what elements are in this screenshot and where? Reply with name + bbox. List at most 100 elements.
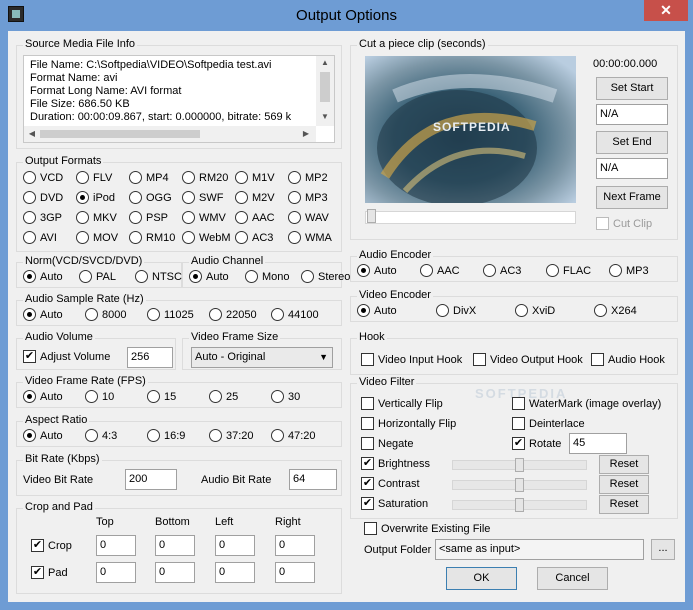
crop-checkbox[interactable]: ✔ Crop: [31, 538, 72, 555]
format-radio[interactable]: FLV: [76, 170, 112, 187]
pad-checkbox[interactable]: ✔ Pad: [31, 565, 68, 582]
audio-encoder-radio[interactable]: AC3: [483, 263, 521, 280]
radio-dot[interactable]: [23, 307, 36, 321]
radio-dot[interactable]: [288, 170, 301, 184]
radio-dot[interactable]: [301, 269, 314, 283]
radio-dot[interactable]: [546, 263, 559, 277]
radio-dot[interactable]: [594, 303, 607, 317]
checkbox-box[interactable]: ✔: [361, 476, 374, 490]
radio-dot[interactable]: [271, 307, 284, 321]
format-radio[interactable]: VCD: [23, 170, 63, 187]
clip-slider-thumb[interactable]: [367, 209, 376, 223]
radio-dot[interactable]: [609, 263, 622, 277]
channel-radio[interactable]: Mono: [245, 269, 290, 286]
radio-dot[interactable]: [129, 190, 142, 204]
checkbox-box[interactable]: ✔: [512, 436, 525, 450]
crop-top-input[interactable]: 0: [96, 535, 136, 556]
radio-dot[interactable]: [436, 303, 449, 317]
norm-radio[interactable]: NTSC: [135, 269, 182, 286]
radio-dot[interactable]: [23, 428, 36, 442]
radio-dot[interactable]: [147, 428, 160, 442]
video-bitrate-input[interactable]: 200: [125, 469, 177, 490]
output-folder-input[interactable]: <same as input>: [435, 539, 644, 560]
radio-dot[interactable]: [182, 210, 195, 224]
pad-left-input[interactable]: 0: [215, 562, 255, 583]
format-radio[interactable]: OGG: [129, 190, 172, 207]
radio-dot[interactable]: [182, 190, 195, 204]
frame-rate-radio[interactable]: Auto: [23, 389, 63, 406]
pad-right-input[interactable]: 0: [275, 562, 315, 583]
vertical-scrollbar[interactable]: ▲ ▼: [316, 56, 334, 126]
audio-encoder-radio[interactable]: MP3: [609, 263, 649, 280]
radio-dot[interactable]: [288, 210, 301, 224]
format-radio[interactable]: MP3: [288, 190, 328, 207]
radio-dot[interactable]: [271, 389, 284, 403]
scroll-right-icon[interactable]: ▶: [300, 129, 312, 138]
scroll-up-icon[interactable]: ▲: [316, 58, 334, 67]
source-info-textbox[interactable]: File Name: C:\Softpedia\VIDEO\Softpedia …: [23, 55, 335, 143]
set-start-button[interactable]: Set Start: [596, 77, 668, 100]
adjust-volume-checkbox[interactable]: ✔ Adjust Volume: [23, 349, 110, 366]
radio-dot[interactable]: [85, 389, 98, 403]
checkbox-box[interactable]: ✔: [31, 538, 44, 552]
brightness-slider-thumb[interactable]: [515, 458, 524, 472]
audio-encoder-radio[interactable]: AAC: [420, 263, 460, 280]
sample-rate-radio[interactable]: 22050: [209, 307, 257, 324]
sample-rate-radio[interactable]: 44100: [271, 307, 319, 324]
radio-dot[interactable]: [23, 389, 36, 403]
radio-dot[interactable]: [271, 428, 284, 442]
radio-dot[interactable]: [483, 263, 496, 277]
format-radio[interactable]: RM10: [129, 230, 175, 247]
video-input-hook-checkbox[interactable]: Video Input Hook: [361, 352, 462, 369]
radio-dot[interactable]: [235, 190, 248, 204]
format-radio[interactable]: iPod: [76, 190, 115, 207]
negate-checkbox[interactable]: Negate: [361, 436, 413, 453]
contrast-reset-button[interactable]: Reset: [599, 475, 649, 494]
aspect-radio[interactable]: 4:3: [85, 428, 117, 445]
radio-dot[interactable]: [235, 170, 248, 184]
format-radio[interactable]: WMA: [288, 230, 332, 247]
radio-dot[interactable]: [85, 307, 98, 321]
sample-rate-radio[interactable]: Auto: [23, 307, 63, 324]
radio-dot[interactable]: [76, 230, 89, 244]
frame-rate-radio[interactable]: 15: [147, 389, 176, 406]
checkbox-box[interactable]: [361, 396, 374, 410]
aspect-radio[interactable]: Auto: [23, 428, 63, 445]
norm-radio[interactable]: Auto: [23, 269, 63, 286]
browse-button[interactable]: ...: [651, 539, 675, 560]
radio-dot[interactable]: [85, 428, 98, 442]
scroll-thumb[interactable]: [320, 72, 330, 102]
radio-dot[interactable]: [23, 230, 36, 244]
frame-size-select[interactable]: Auto - Original ▼: [191, 347, 333, 368]
sample-rate-radio[interactable]: 8000: [85, 307, 126, 324]
radio-dot[interactable]: [23, 210, 36, 224]
checkbox-box[interactable]: ✔: [361, 496, 374, 510]
radio-dot[interactable]: [235, 210, 248, 224]
saturation-reset-button[interactable]: Reset: [599, 495, 649, 514]
scroll-thumb-h[interactable]: [40, 130, 200, 138]
radio-dot[interactable]: [288, 190, 301, 204]
radio-dot[interactable]: [209, 389, 222, 403]
radio-dot[interactable]: [76, 190, 89, 204]
radio-dot[interactable]: [420, 263, 433, 277]
next-frame-button[interactable]: Next Frame: [596, 186, 668, 209]
sample-rate-radio[interactable]: 11025: [147, 307, 194, 324]
format-radio[interactable]: SWF: [182, 190, 223, 207]
radio-dot[interactable]: [515, 303, 528, 317]
format-radio[interactable]: AAC: [235, 210, 275, 227]
frame-rate-radio[interactable]: 25: [209, 389, 238, 406]
contrast-checkbox[interactable]: ✔ Contrast: [361, 476, 420, 493]
radio-dot[interactable]: [79, 269, 92, 283]
contrast-slider-thumb[interactable]: [515, 478, 524, 492]
set-end-button[interactable]: Set End: [596, 131, 668, 154]
horizontal-scrollbar[interactable]: ◀ ▶: [24, 126, 316, 142]
checkbox-box[interactable]: [596, 216, 609, 230]
video-encoder-radio[interactable]: Auto: [357, 303, 397, 320]
pad-bottom-input[interactable]: 0: [155, 562, 195, 583]
format-radio[interactable]: AC3: [235, 230, 273, 247]
overwrite-checkbox[interactable]: Overwrite Existing File: [364, 521, 490, 538]
audio-hook-checkbox[interactable]: Audio Hook: [591, 352, 665, 369]
format-radio[interactable]: MKV: [76, 210, 117, 227]
radio-dot[interactable]: [129, 210, 142, 224]
crop-right-input[interactable]: 0: [275, 535, 315, 556]
